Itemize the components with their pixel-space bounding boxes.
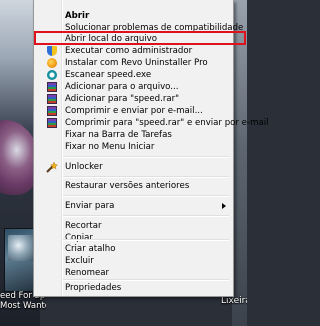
- eset-scan-icon: [47, 70, 57, 80]
- menu-item-cut[interactable]: Recortar: [37, 220, 230, 232]
- menu-item-label: Adicionar para "speed.rar": [65, 94, 180, 104]
- menu-item-label: Restaurar versões anteriores: [65, 181, 190, 191]
- menu-item-label: Fixar na Barra de Tarefas: [65, 130, 172, 140]
- unlocker-wand-icon: [46, 161, 58, 173]
- menu-item-open[interactable]: Abrir: [37, 10, 230, 22]
- menu-item-label: Enviar para: [65, 201, 115, 211]
- menu-item-label: Abrir local do arquivo: [65, 34, 158, 44]
- menu-item-pin-to-start-menu[interactable]: Fixar no Menu Iniciar: [37, 141, 230, 153]
- menu-item-label: Comprimir e enviar por e-mail...: [65, 106, 203, 116]
- menu-item-send-to[interactable]: Enviar para: [37, 200, 230, 212]
- menu-item-open-file-location[interactable]: Abrir local do arquivo: [37, 33, 230, 45]
- menu-item-label: Abrir: [65, 11, 90, 21]
- menu-separator: [63, 215, 229, 217]
- menu-item-label: Recortar: [65, 221, 102, 231]
- menu-separator: [63, 176, 229, 178]
- menu-item-label: Criar atalho: [65, 244, 116, 254]
- menu-item-compress-and-email[interactable]: Comprimir e enviar por e-mail...: [37, 105, 230, 117]
- menu-item-label: Unlocker: [65, 162, 103, 172]
- menu-item-add-to-archive[interactable]: Adicionar para o arquivo...: [37, 81, 230, 93]
- menu-item-delete[interactable]: Excluir: [37, 255, 230, 267]
- submenu-arrow-icon: [222, 203, 226, 209]
- winrar-icon: [47, 82, 57, 92]
- game-shortcut-image: [8, 235, 34, 261]
- menu-item-create-shortcut[interactable]: Criar atalho: [37, 243, 230, 255]
- winrar-icon: [47, 106, 57, 116]
- menu-item-label: Executar como administrador: [65, 46, 193, 56]
- menu-item-label: Excluir: [65, 256, 94, 266]
- menu-separator: [63, 156, 229, 158]
- menu-item-unlocker[interactable]: Unlocker: [37, 161, 230, 173]
- context-menu: Abrir Solucionar problemas de compatibil…: [33, 0, 268, 297]
- menu-item-label: Renomear: [65, 268, 110, 278]
- menu-separator: [63, 279, 229, 281]
- menu-item-revo-install[interactable]: Instalar com Revo Uninstaller Pro: [37, 57, 230, 69]
- menu-item-restore-previous-versions[interactable]: Restaurar versões anteriores: [37, 180, 230, 192]
- menu-item-rename[interactable]: Renomear: [37, 267, 230, 279]
- uac-shield-icon: [47, 46, 57, 56]
- menu-item-run-as-admin[interactable]: Executar como administrador: [37, 45, 230, 57]
- menu-item-label: Comprimir para "speed.rar" e enviar por …: [65, 118, 269, 128]
- context-menu-bottom: [33, 296, 234, 326]
- menu-item-label: Adicionar para o arquivo...: [65, 82, 179, 92]
- menu-item-label: Escanear speed.exe: [65, 70, 152, 80]
- menu-item-label: Instalar com Revo Uninstaller Pro: [65, 58, 208, 68]
- winrar-icon: [47, 118, 57, 128]
- menu-item-scan[interactable]: Escanear speed.exe: [37, 69, 230, 81]
- revo-uninstaller-icon: [47, 58, 57, 68]
- winrar-icon: [47, 94, 57, 104]
- menu-item-add-to-speed-rar[interactable]: Adicionar para "speed.rar": [37, 93, 230, 105]
- menu-separator: [63, 239, 229, 241]
- menu-item-properties-wrapper: [36, 282, 229, 294]
- menu-separator: [63, 195, 229, 197]
- menu-item-pin-to-taskbar[interactable]: Fixar na Barra de Tarefas: [37, 129, 230, 141]
- menu-item-label: Fixar no Menu Iniciar: [65, 142, 155, 152]
- wallpaper-right-edge: [232, 0, 247, 326]
- menu-item-compress-speed-rar-and-email[interactable]: Comprimir para "speed.rar" e enviar por …: [37, 117, 268, 129]
